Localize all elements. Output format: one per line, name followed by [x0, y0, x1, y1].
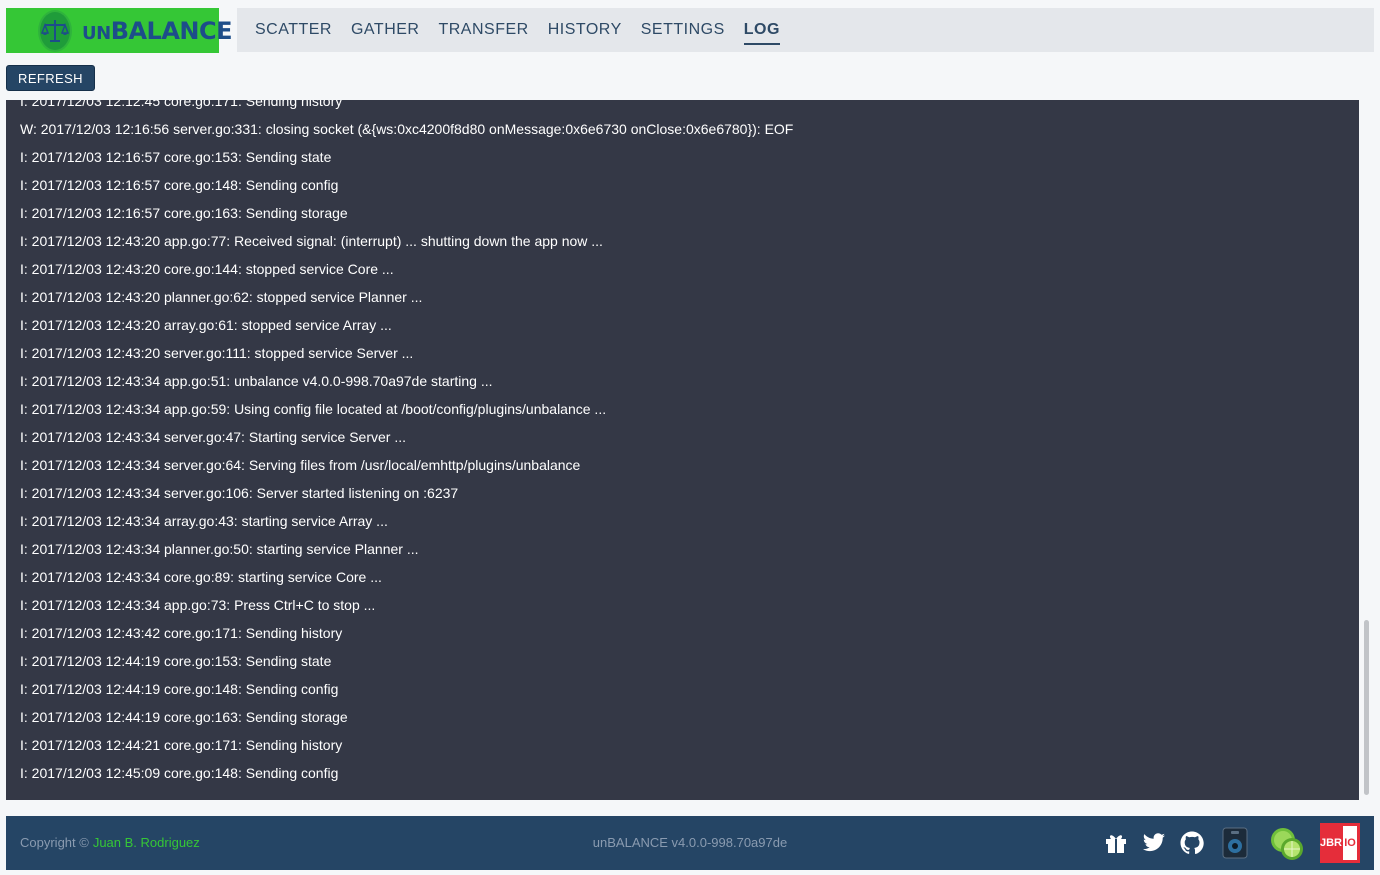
- nav-gather[interactable]: GATHER: [351, 17, 419, 43]
- jbrio-logo[interactable]: JBR IO: [1320, 823, 1360, 863]
- lime-icon[interactable]: [1268, 825, 1306, 861]
- page: UNBALANCE SCATTER GATHER TRANSFER HISTOR…: [0, 0, 1380, 875]
- jbrio-text-right: IO: [1344, 837, 1356, 849]
- nav-settings[interactable]: SETTINGS: [641, 17, 725, 43]
- log-line: I: 2017/12/03 12:43:34 server.go:106: Se…: [20, 485, 459, 501]
- log-line: I: 2017/12/03 12:43:20 server.go:111: st…: [20, 345, 414, 361]
- log-line: I: 2017/12/03 12:43:34 app.go:59: Using …: [20, 401, 607, 417]
- logo-main: BALANCE: [110, 16, 233, 45]
- gift-icon[interactable]: [1104, 832, 1128, 854]
- log-panel[interactable]: I: 2017/12/03 12:12:45 core.go:171: Send…: [6, 100, 1359, 800]
- log-line: I: 2017/12/03 12:44:19 core.go:153: Send…: [20, 653, 332, 669]
- footer: Copyright © Juan B. Rodriguez unBALANCE v…: [6, 816, 1374, 870]
- copyright-text: Copyright © Juan B. Rodriguez: [20, 835, 200, 850]
- log-line: I: 2017/12/03 12:16:57 core.go:153: Send…: [20, 149, 332, 165]
- log-line: I: 2017/12/03 12:45:09 core.go:148: Send…: [20, 765, 339, 781]
- log-scrollbar[interactable]: [1362, 100, 1371, 800]
- jbrio-box: IO: [1343, 826, 1357, 860]
- log-line: I: 2017/12/03 12:16:57 core.go:163: Send…: [20, 205, 348, 221]
- log-line: W: 2017/12/03 12:16:56 server.go:331: cl…: [20, 121, 794, 137]
- author-link[interactable]: Juan B. Rodriguez: [93, 835, 200, 850]
- log-line: I: 2017/12/03 12:43:20 app.go:77: Receiv…: [20, 233, 603, 249]
- nav-transfer[interactable]: TRANSFER: [438, 17, 528, 43]
- app-logo[interactable]: UNBALANCE: [6, 8, 233, 53]
- log-line: I: 2017/12/03 12:43:34 core.go:89: start…: [20, 569, 382, 585]
- log-line: I: 2017/12/03 12:44:19 core.go:148: Send…: [20, 681, 339, 697]
- twitter-icon[interactable]: [1142, 833, 1166, 853]
- log-line: I: 2017/12/03 12:43:34 app.go:51: unbala…: [20, 373, 493, 389]
- nav-log[interactable]: LOG: [743, 17, 781, 45]
- log-line: I: 2017/12/03 12:43:34 planner.go:50: st…: [20, 541, 419, 557]
- nav-history[interactable]: HISTORY: [548, 17, 622, 43]
- log-line: I: 2017/12/03 12:43:34 server.go:64: Ser…: [20, 457, 581, 473]
- github-icon[interactable]: [1180, 831, 1204, 855]
- log-line: I: 2017/12/03 12:43:20 planner.go:62: st…: [20, 289, 423, 305]
- log-line: I: 2017/12/03 12:43:34 server.go:47: Sta…: [20, 429, 407, 445]
- refresh-button[interactable]: REFRESH: [6, 65, 95, 91]
- log-line: I: 2017/12/03 12:43:20 core.go:144: stop…: [20, 261, 394, 277]
- log-line: I: 2017/12/03 12:43:42 core.go:171: Send…: [20, 625, 343, 641]
- main-nav: SCATTER GATHER TRANSFER HISTORY SETTINGS…: [237, 8, 1374, 52]
- app-title: UNBALANCE: [82, 16, 233, 45]
- log-line: I: 2017/12/03 12:44:21 core.go:171: Send…: [20, 737, 343, 753]
- log-line: I: 2017/12/03 12:43:34 array.go:43: star…: [20, 513, 388, 529]
- log-line: I: 2017/12/03 12:43:34 app.go:73: Press …: [20, 597, 376, 613]
- log-line: I: 2017/12/03 12:44:19 core.go:163: Send…: [20, 709, 348, 725]
- scales-icon: [38, 9, 72, 52]
- copyright-label: Copyright ©: [20, 835, 89, 850]
- log-line: I: 2017/12/03 12:43:20 array.go:61: stop…: [20, 317, 392, 333]
- log-line: I: 2017/12/03 12:16:57 core.go:148: Send…: [20, 177, 339, 193]
- nav-scatter[interactable]: SCATTER: [255, 17, 332, 43]
- scrollbar-thumb[interactable]: [1364, 620, 1369, 795]
- log-line: I: 2017/12/03 12:12:45 core.go:171: Send…: [20, 100, 343, 109]
- jbrio-text-left: JBR: [1320, 837, 1343, 849]
- logo-prefix: UN: [82, 22, 111, 44]
- footer-icons: JBR IO: [1090, 823, 1360, 863]
- app-icon[interactable]: [1222, 827, 1248, 859]
